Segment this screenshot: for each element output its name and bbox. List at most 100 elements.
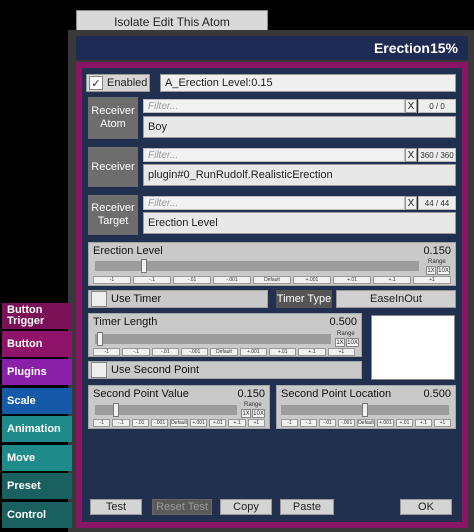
range-label: Range	[337, 331, 355, 337]
step-button[interactable]: +.1	[228, 419, 246, 427]
timer-length-slider: Timer Length 0.500 Range 1X 10X -1 -.1 -.0…	[88, 313, 362, 357]
slider-label: Second Point Location	[281, 388, 392, 400]
tab-button[interactable]: Button	[2, 331, 72, 357]
slider-value: 0.150	[423, 245, 451, 257]
step-button[interactable]: Default	[210, 348, 238, 356]
step-button[interactable]: +.01	[209, 419, 227, 427]
slider-handle[interactable]	[96, 332, 103, 346]
slider-handle[interactable]	[113, 403, 120, 417]
step-button[interactable]: -1	[93, 419, 111, 427]
receiver-atom-clear-button[interactable]: X	[405, 99, 417, 113]
reset-test-button[interactable]: Reset Test	[152, 499, 212, 515]
range-label: Range	[244, 402, 262, 408]
slider-track[interactable]	[95, 332, 331, 346]
slider-track[interactable]	[95, 403, 237, 417]
range-1x-button[interactable]: 1X	[335, 338, 345, 347]
use-timer-label: Use Timer	[111, 293, 162, 305]
receiver-atom-select[interactable]: Boy	[143, 116, 456, 138]
range-10x-button[interactable]: 10X	[252, 409, 265, 418]
use-second-point-toggle[interactable]: Use Second Point	[88, 361, 362, 379]
step-button[interactable]: +.01	[395, 419, 413, 427]
step-button[interactable]: -.1	[133, 276, 171, 284]
slider-value: 0.500	[423, 388, 451, 400]
step-button[interactable]: -.001	[213, 276, 251, 284]
range-label: Range	[428, 259, 446, 265]
tab-button-trigger[interactable]: Button Trigger	[2, 303, 72, 329]
step-button[interactable]: -.1	[300, 419, 318, 427]
step-button[interactable]: Default	[253, 276, 291, 284]
step-button[interactable]: Default	[170, 419, 188, 427]
tab-move[interactable]: Move	[2, 445, 72, 471]
step-button[interactable]: +.001	[376, 419, 394, 427]
tab-scale[interactable]: Scale	[2, 388, 72, 414]
test-button[interactable]: Test	[90, 499, 142, 515]
step-button[interactable]: -.01	[319, 419, 337, 427]
slider-value: 0.150	[237, 388, 265, 400]
step-button[interactable]: +1	[247, 419, 265, 427]
step-button[interactable]: +.001	[293, 276, 331, 284]
receiver-clear-button[interactable]: X	[405, 148, 417, 162]
range-10x-button[interactable]: 10X	[346, 338, 359, 347]
use-second-point-label: Use Second Point	[111, 364, 200, 376]
step-button[interactable]: +.1	[414, 419, 432, 427]
step-button[interactable]: -1	[281, 419, 299, 427]
copy-button[interactable]: Copy	[220, 499, 272, 515]
step-button[interactable]: +.01	[268, 348, 297, 356]
slider-label: Timer Length	[93, 316, 158, 328]
trigger-name-field[interactable]: A_Erection Level:0.15	[160, 74, 456, 92]
receiver-atom-label: Receiver Atom	[88, 97, 138, 139]
step-button[interactable]: -.01	[131, 419, 149, 427]
step-button[interactable]: -.1	[122, 348, 150, 356]
second-point-location-slider: Second Point Location 0.500 -1 -.1 -.01 -.0…	[276, 385, 456, 429]
step-button[interactable]: -.001	[180, 348, 209, 356]
step-button[interactable]: +.001	[239, 348, 267, 356]
receiver-atom-filter[interactable]: Filter...	[143, 99, 405, 113]
step-button[interactable]: +1	[327, 348, 355, 356]
panel-title: Erection15%	[76, 36, 468, 60]
slider-handle[interactable]	[362, 403, 368, 417]
step-button[interactable]: -1	[93, 348, 121, 356]
receiver-target-filter[interactable]: Filter...	[143, 196, 405, 210]
range-1x-button[interactable]: 1X	[241, 409, 251, 418]
step-button[interactable]: Default	[357, 419, 375, 427]
slider-track[interactable]	[281, 403, 449, 417]
step-button[interactable]: +.1	[298, 348, 326, 356]
step-button[interactable]: -.001	[338, 419, 356, 427]
paste-button[interactable]: Paste	[280, 499, 334, 515]
receiver-select[interactable]: plugin#0_RunRudolf.RealisticErection	[143, 164, 456, 186]
step-buttons: -1 -.1 -.01 -.001 Default +.001 +.01 +.1 +1	[281, 419, 451, 427]
receiver-target-select[interactable]: Erection Level	[143, 212, 456, 234]
step-button[interactable]: -.001	[150, 419, 169, 427]
step-button[interactable]: +.1	[373, 276, 411, 284]
timer-type-label: Timer Type	[276, 290, 332, 308]
timer-type-select[interactable]: EaseInOut	[336, 290, 456, 308]
enabled-toggle[interactable]: ✓ Enabled	[86, 74, 150, 92]
receiver-target-clear-button[interactable]: X	[405, 196, 417, 210]
slider-track[interactable]	[95, 259, 419, 273]
tab-control[interactable]: Control	[2, 502, 72, 528]
range-1x-button[interactable]: 1X	[426, 266, 436, 275]
use-second-point-checkbox[interactable]	[91, 362, 107, 378]
tab-preset[interactable]: Preset	[2, 473, 72, 499]
step-button[interactable]: +.001	[189, 419, 208, 427]
step-button[interactable]: -1	[93, 276, 131, 284]
step-button[interactable]: -.1	[112, 419, 130, 427]
step-button[interactable]: +1	[413, 276, 451, 284]
use-timer-checkbox[interactable]	[91, 291, 107, 307]
receiver-label: Receiver	[88, 147, 138, 187]
step-buttons: -1 -.1 -.01 -.001 Default +.001 +.01 +.1 +1	[93, 419, 265, 427]
receiver-filter[interactable]: Filter...	[143, 148, 405, 162]
step-button[interactable]: -.01	[173, 276, 211, 284]
step-button[interactable]: +1	[433, 419, 451, 427]
step-button[interactable]: -.01	[151, 348, 179, 356]
tab-plugins[interactable]: Plugins	[2, 359, 72, 385]
ok-button[interactable]: OK	[400, 499, 452, 515]
receiver-count: 360 / 360	[418, 148, 456, 162]
step-button[interactable]: +.01	[333, 276, 371, 284]
preview-box	[371, 315, 455, 380]
slider-value: 0.500	[329, 316, 357, 328]
slider-handle[interactable]	[140, 259, 147, 273]
use-timer-toggle[interactable]: Use Timer	[88, 290, 268, 308]
tab-animation[interactable]: Animation	[2, 416, 72, 442]
range-10x-button[interactable]: 10X	[437, 266, 450, 275]
